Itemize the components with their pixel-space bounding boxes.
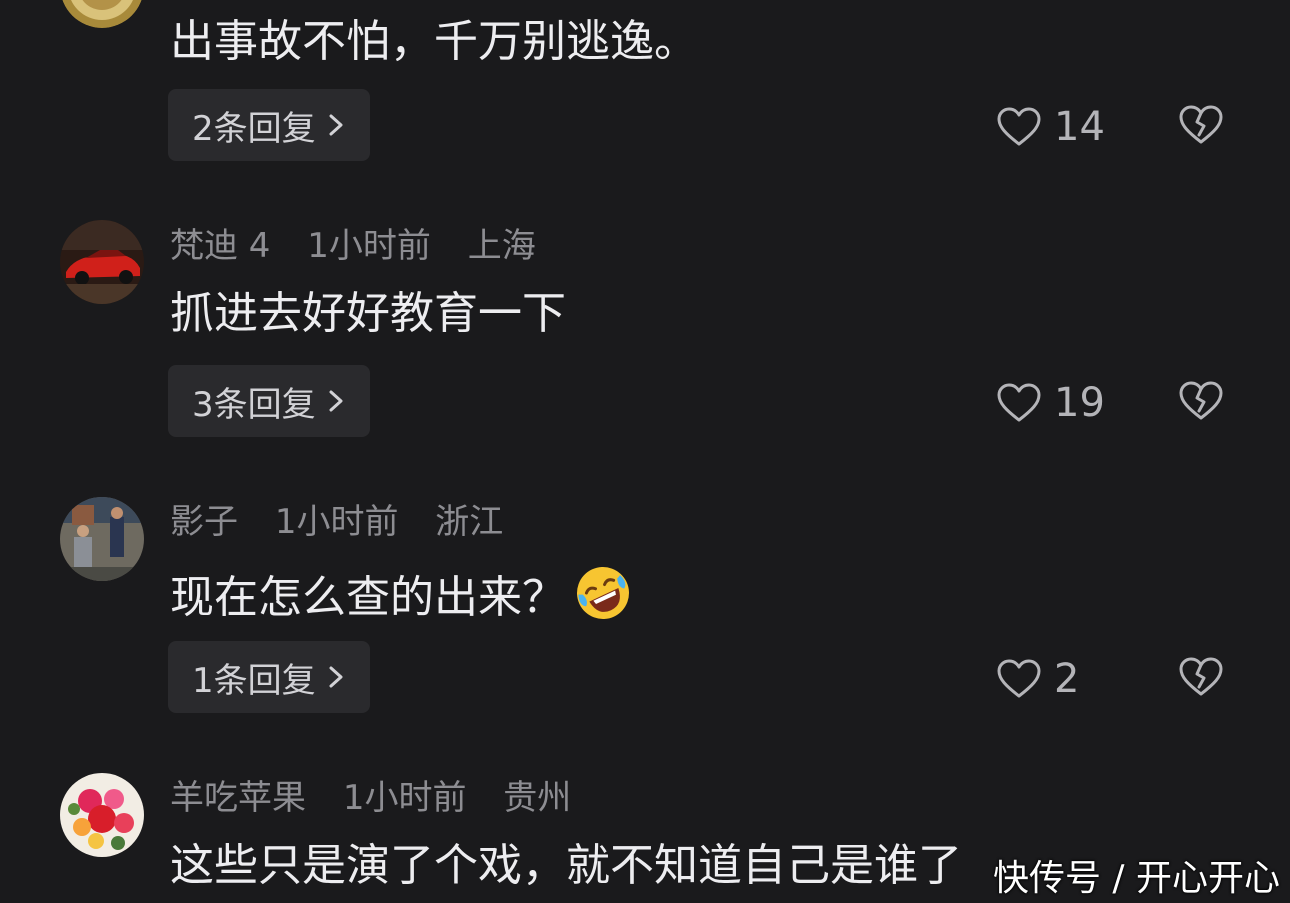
avatar[interactable]	[60, 220, 144, 304]
like-button[interactable]: 2	[996, 656, 1079, 702]
comment-text: 现在怎么查的出来？	[170, 564, 632, 624]
heart-outline-icon	[997, 659, 1041, 698]
timestamp: 1小时前	[342, 778, 467, 818]
broken-heart-icon[interactable]	[1178, 380, 1224, 422]
comment-meta: 羊吃苹果 1小时前 贵州	[170, 778, 597, 818]
comment-text-content: 现在怎么查的出来？	[170, 572, 566, 623]
comment-text: 抓进去好好教育一下	[170, 288, 566, 339]
replies-label: 2条回复	[192, 108, 316, 149]
username[interactable]: 梵迪 4	[170, 226, 270, 266]
chevron-right-icon	[329, 390, 343, 412]
location: 上海	[467, 226, 536, 266]
laughing-crying-emoji-icon	[577, 567, 629, 619]
replies-label: 3条回复	[192, 384, 316, 425]
view-replies-button[interactable]: 1条回复	[168, 641, 370, 713]
broken-heart-icon[interactable]	[1178, 656, 1224, 698]
heart-outline-icon	[997, 107, 1041, 146]
comment-text: 这些只是演了个戏，就不知道自己是谁了	[170, 840, 962, 891]
timestamp: 1小时前	[307, 226, 431, 266]
location: 贵州	[503, 778, 572, 818]
comment-list: 出事故不怕，千万别逃逸。 2条回复 14 梵迪 4 1小时前 上海 抓进去好好教…	[0, 0, 1290, 903]
like-button[interactable]: 19	[996, 380, 1105, 426]
broken-heart-icon[interactable]	[1178, 104, 1224, 146]
watermark: 快传号 / 开心开心	[992, 858, 1280, 899]
chevron-right-icon	[329, 114, 343, 136]
chevron-right-icon	[329, 666, 343, 688]
avatar[interactable]	[60, 0, 144, 28]
avatar[interactable]	[60, 773, 144, 857]
comment-meta: 梵迪 4 1小时前 上海	[170, 226, 562, 266]
comment-meta: 影子 1小时前 浙江	[170, 502, 529, 542]
view-replies-button[interactable]: 2条回复	[168, 89, 370, 161]
timestamp: 1小时前	[274, 502, 399, 542]
replies-label: 1条回复	[192, 660, 316, 701]
heart-outline-icon	[997, 383, 1041, 422]
location: 浙江	[435, 502, 504, 542]
like-count: 2	[1054, 656, 1080, 702]
like-button[interactable]: 14	[996, 104, 1105, 150]
comment-text: 出事故不怕，千万别逃逸。	[170, 16, 698, 67]
username[interactable]: 羊吃苹果	[170, 778, 306, 818]
avatar[interactable]	[60, 497, 144, 581]
like-count: 19	[1054, 380, 1105, 426]
view-replies-button[interactable]: 3条回复	[168, 365, 370, 437]
username[interactable]: 影子	[170, 502, 238, 542]
like-count: 14	[1054, 104, 1105, 150]
